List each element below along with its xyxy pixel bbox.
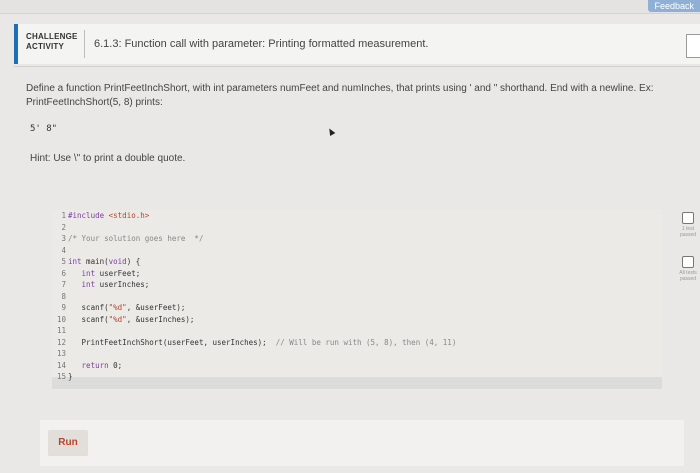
line-number: 2	[61, 222, 66, 232]
line-number: 3	[61, 234, 66, 243]
code-line: scanf("%d", &userInches);	[68, 314, 456, 326]
line-number: 9	[61, 303, 66, 312]
line-number: 8	[61, 291, 66, 301]
line-number: 10	[56, 314, 66, 324]
code-line: int main(void) {	[68, 256, 456, 268]
run-button[interactable]: Run	[48, 430, 88, 456]
code-token: <stdio.h>	[108, 211, 150, 220]
run-area: Run	[40, 420, 684, 466]
code-token: , &userFeet);	[126, 303, 186, 312]
code-token: #include	[68, 211, 109, 220]
code-token: scanf(	[68, 314, 109, 324]
code-token: 0;	[108, 360, 123, 370]
line-number: 4	[61, 245, 66, 255]
code-token: int	[81, 280, 96, 289]
test-2-checkbox-icon	[682, 256, 694, 268]
test-status-1: 1 test passed	[676, 212, 700, 238]
code-line: #include <stdio.h>	[68, 210, 456, 222]
line-number: 11	[56, 326, 66, 335]
code-token: void	[108, 257, 127, 266]
code-token: , &userInches);	[126, 314, 195, 324]
code-token: }	[68, 372, 73, 381]
feedback-button[interactable]: Feedback	[648, 0, 700, 12]
example-output: 5' 8"	[30, 124, 58, 134]
code-token: /* Your solution goes here */	[68, 234, 204, 243]
header-separator	[14, 66, 700, 67]
mouse-cursor-icon	[326, 126, 336, 137]
code-line: PrintFeetInchShort(userFeet, userInches)…	[68, 337, 457, 349]
code-line: /* Your solution goes here */	[68, 233, 456, 245]
task-description: Define a function PrintFeetInchShort, wi…	[26, 83, 654, 108]
code-token: userFeet;	[95, 268, 141, 278]
line-number: 5	[61, 257, 66, 266]
activity-title: 6.1.3: Function call with parameter: Pri…	[94, 38, 429, 50]
code-token: ) {	[126, 257, 141, 266]
code-token: int	[81, 268, 96, 278]
code-token: scanf(	[68, 303, 109, 312]
code-line: scanf("%d", &userFeet);	[68, 302, 456, 314]
line-number: 14	[56, 360, 66, 370]
top-bar: Feedback	[0, 0, 700, 14]
code-line: }	[68, 371, 456, 383]
code-token: main(	[81, 257, 109, 266]
code-editor[interactable]: 1 2 3 4 5 6 7 8 9 10 11 12 13 14 15 #include <stdio.h>…	[52, 210, 662, 390]
line-number: 1	[61, 211, 66, 220]
code-token: // Will be run with (5, 8), then (4, 11)	[275, 337, 457, 347]
line-number: 7	[61, 280, 66, 289]
line-number: 13	[56, 349, 66, 358]
code-token: int	[68, 257, 82, 266]
challenge-activity-badge: CHALLENGE ACTIVITY	[26, 32, 78, 52]
code-token: "%d"	[108, 303, 127, 312]
code-line: int userFeet;	[68, 268, 456, 280]
badge-line-1: CHALLENGE	[26, 32, 78, 41]
badge-line-2: ACTIVITY	[26, 42, 65, 51]
test-status-2: All tests passed	[676, 256, 700, 282]
activity-header: CHALLENGE ACTIVITY 6.1.3: Function call …	[14, 24, 700, 64]
line-number-gutter: 1 2 3 4 5 6 7 8 9 10 11 12 13 14 15	[52, 210, 66, 383]
header-divider	[84, 30, 85, 58]
test-2-label-line-2: passed	[679, 276, 697, 282]
test-1-checkbox-icon	[682, 212, 694, 224]
line-number: 6	[61, 268, 66, 278]
header-checkbox[interactable]	[686, 34, 700, 58]
line-number: 12	[56, 337, 66, 347]
code-token: PrintFeetInchShort(userFeet, userInches)…	[68, 337, 276, 347]
code-line: int userInches;	[68, 279, 456, 291]
hint-text: Hint: Use \" to print a double quote.	[30, 153, 186, 164]
code-token: userInches;	[95, 280, 150, 289]
code-token: return	[81, 360, 109, 370]
code-area[interactable]: #include <stdio.h> /* Your solution goes …	[68, 210, 456, 383]
line-number: 15	[56, 372, 66, 381]
code-token: "%d"	[108, 314, 127, 324]
code-line: return 0;	[68, 360, 456, 372]
test-1-label-line-2: passed	[679, 232, 697, 238]
